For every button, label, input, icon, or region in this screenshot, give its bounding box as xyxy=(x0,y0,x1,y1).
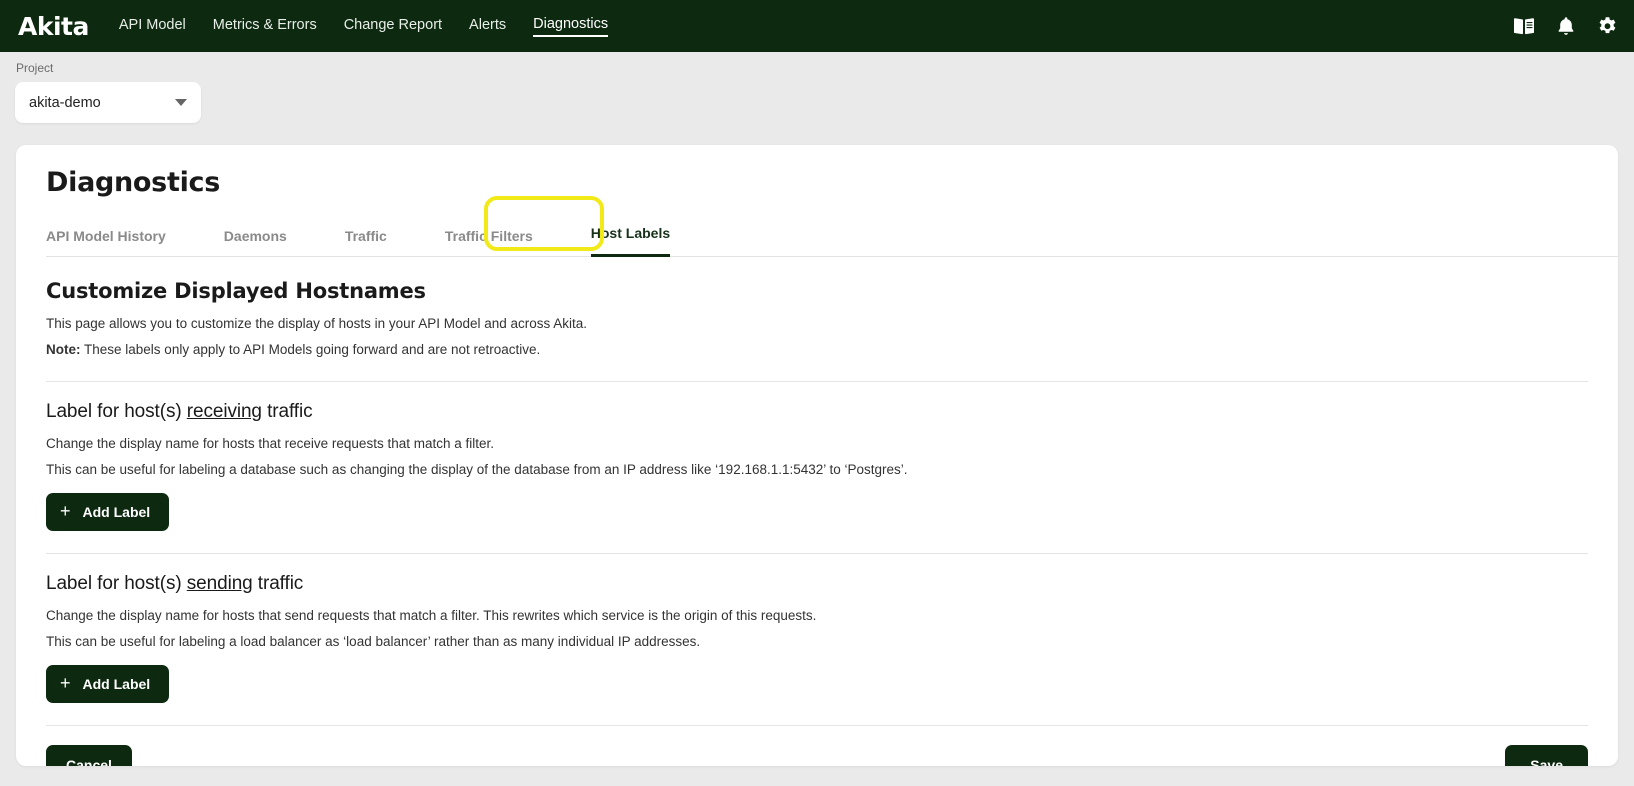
form-footer: Cancel Save xyxy=(46,726,1588,766)
receiving-heading-pre: Label for host(s) xyxy=(46,401,187,423)
chevron-down-icon xyxy=(175,99,187,106)
sending-traffic-section: Label for host(s) sending traffic Change… xyxy=(46,554,1588,704)
note-body: These labels only apply to API Models go… xyxy=(84,341,541,357)
sending-heading: Label for host(s) sending traffic xyxy=(46,573,1588,595)
receiving-description-1: Change the display name for hosts that r… xyxy=(46,436,494,452)
add-label-receiving-text: Add Label xyxy=(82,504,151,521)
add-label-button-receiving[interactable]: + Add Label xyxy=(46,493,170,532)
top-navigation-bar: Akita API Model Metrics & Errors Change … xyxy=(0,0,1634,52)
tab-host-labels[interactable]: Host Labels xyxy=(590,216,671,257)
receiving-description-2: This can be useful for labeling a databa… xyxy=(46,461,908,477)
akita-logo[interactable]: Akita xyxy=(18,14,89,39)
receiving-heading-emphasis: receiving xyxy=(186,401,262,423)
save-button[interactable]: Save xyxy=(1505,745,1588,766)
main-nav-links: API Model Metrics & Errors Change Report… xyxy=(119,16,609,37)
diagnostics-tabs: API Model History Daemons Traffic Traffi… xyxy=(46,196,1618,257)
tab-api-model-history[interactable]: API Model History xyxy=(46,219,194,257)
note-label: Note: xyxy=(46,341,81,357)
nav-link-metrics-errors[interactable]: Metrics & Errors xyxy=(213,17,317,36)
plus-icon: + xyxy=(60,673,71,694)
book-icon[interactable] xyxy=(1513,17,1535,35)
sending-heading-post: traffic xyxy=(252,573,304,595)
add-label-button-sending[interactable]: + Add Label xyxy=(46,665,170,704)
project-label: Project xyxy=(16,61,54,75)
section-heading: Customize Displayed Hostnames xyxy=(46,279,426,303)
cancel-button[interactable]: Cancel xyxy=(46,745,132,766)
plus-icon: + xyxy=(60,501,71,522)
page-title: Diagnostics xyxy=(46,167,220,198)
sending-heading-pre: Label for host(s) xyxy=(46,573,187,595)
note-text-line: Note: These labels only apply to API Mod… xyxy=(46,340,1588,360)
nav-link-diagnostics[interactable]: Diagnostics xyxy=(533,16,609,37)
nav-icon-group xyxy=(1513,0,1618,52)
receiving-traffic-section: Label for host(s) receiving traffic Chan… xyxy=(46,382,1588,532)
bell-icon[interactable] xyxy=(1557,16,1575,36)
receiving-heading-post: traffic xyxy=(261,401,313,423)
nav-link-change-report[interactable]: Change Report xyxy=(344,17,442,36)
tab-traffic-filters[interactable]: Traffic Filters xyxy=(445,219,561,257)
project-selected-value: akita-demo xyxy=(29,94,101,111)
sending-heading-emphasis: sending xyxy=(186,573,253,595)
intro-text: This page allows you to customize the di… xyxy=(46,316,588,331)
tab-daemons[interactable]: Daemons xyxy=(224,219,315,257)
tab-traffic[interactable]: Traffic xyxy=(345,219,415,257)
receiving-heading: Label for host(s) receiving traffic xyxy=(46,401,1588,423)
sending-description-2: This can be useful for labeling a load b… xyxy=(46,633,701,649)
project-dropdown[interactable]: akita-demo xyxy=(15,82,201,123)
host-labels-content: Customize Displayed Hostnames This page … xyxy=(16,257,1618,766)
gear-icon[interactable] xyxy=(1597,16,1618,37)
sending-description-1: Change the display name for hosts that s… xyxy=(46,608,817,624)
nav-link-api-model[interactable]: API Model xyxy=(119,17,186,36)
card-header: Diagnostics API Model History Daemons Tr… xyxy=(16,145,1618,257)
add-label-sending-text: Add Label xyxy=(82,676,151,693)
nav-link-alerts[interactable]: Alerts xyxy=(469,17,506,36)
project-selector-bar: Project akita-demo xyxy=(0,52,1634,145)
diagnostics-card: Diagnostics API Model History Daemons Tr… xyxy=(16,145,1618,766)
